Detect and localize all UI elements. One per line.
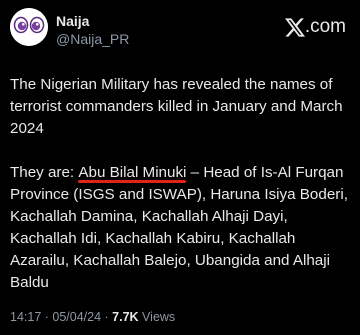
avatar[interactable] <box>10 8 48 46</box>
tweet-paragraph-2: They are: Abu Bilal Minuki – Head of Is-… <box>10 162 355 294</box>
user-handle[interactable]: @Naija_PR <box>56 30 129 48</box>
emoji-face-icon <box>10 8 48 46</box>
paragraph-prefix: They are: <box>10 164 79 181</box>
display-name[interactable]: Naija <box>56 13 129 29</box>
tweet-paragraph-1: The Nigerian Military has revealed the n… <box>10 76 343 137</box>
tweet-card: Naija @Naija_PR .com The Nigerian Milita… <box>0 0 360 335</box>
tweet-date[interactable]: 05/04/24 <box>52 310 101 324</box>
user-info[interactable]: Naija @Naija_PR <box>56 13 129 48</box>
views-label: Views <box>138 310 176 324</box>
highlighted-name-text: Abu Bilal Minuki <box>78 164 187 181</box>
red-underline <box>78 180 187 183</box>
highlighted-name: Abu Bilal Minuki <box>78 162 187 184</box>
tweet-header: Naija @Naija_PR .com <box>10 8 350 58</box>
brand-text: .com <box>304 16 346 37</box>
brand-mark: .com <box>284 16 346 38</box>
views-count: 7.7K <box>112 310 139 324</box>
x-logo-icon <box>284 17 305 37</box>
tweet-text: The Nigerian Military has revealed the n… <box>10 74 355 294</box>
meta-separator: · <box>101 310 113 324</box>
tweet-meta: 14:17 · 05/04/24 · 7.7K Views <box>10 309 175 325</box>
tweet-time[interactable]: 14:17 <box>10 310 41 324</box>
meta-separator: · <box>41 310 53 324</box>
